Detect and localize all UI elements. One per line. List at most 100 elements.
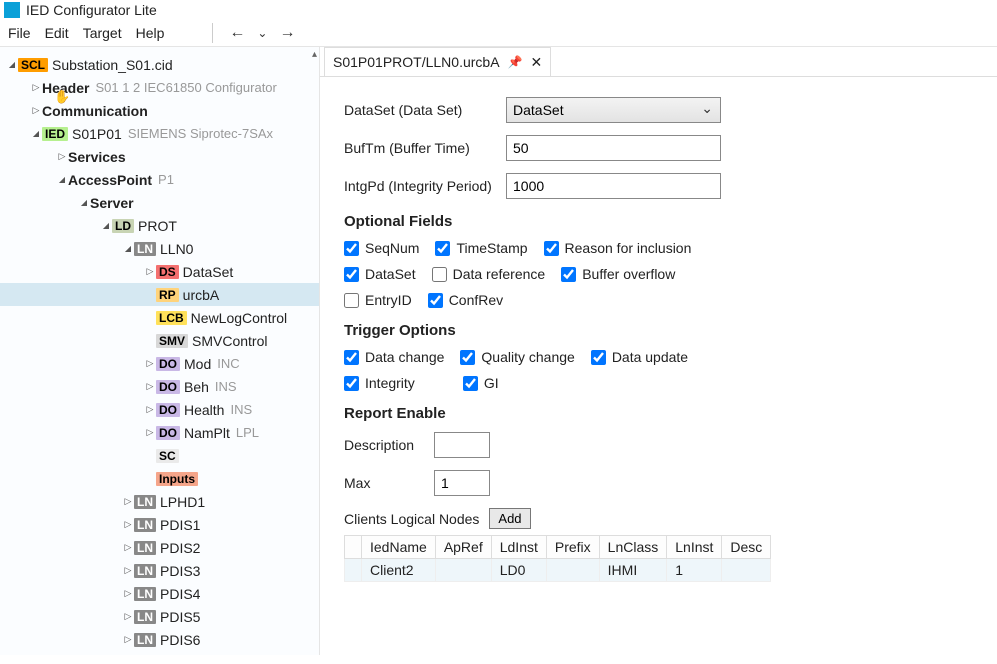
intgpd-input[interactable] bbox=[506, 173, 721, 199]
tree-row-pdis6[interactable]: LN PDIS6 bbox=[0, 628, 319, 651]
tree-row-services[interactable]: Services bbox=[0, 145, 319, 168]
tree-row-accesspoint[interactable]: AccessPoint P1 bbox=[0, 168, 319, 191]
chk-integrity[interactable] bbox=[344, 376, 359, 391]
tree-row-ied[interactable]: IED S01P01 SIEMENS Siprotec-7SAx bbox=[0, 122, 319, 145]
chk-timestamp[interactable] bbox=[435, 241, 450, 256]
trigger-options-heading: Trigger Options bbox=[344, 322, 973, 339]
caret-icon[interactable] bbox=[78, 198, 90, 207]
tree-row-do-namplt[interactable]: DO NamPlt LPL bbox=[0, 421, 319, 444]
tree-row-do-health[interactable]: DO Health INS bbox=[0, 398, 319, 421]
nav-forward-icon[interactable]: → bbox=[279, 24, 295, 42]
caret-icon[interactable] bbox=[56, 175, 68, 184]
tree-row-pdis5[interactable]: LN PDIS5 bbox=[0, 605, 319, 628]
tree-row-smv[interactable]: SMV SMVControl bbox=[0, 329, 319, 352]
menu-file[interactable]: File bbox=[8, 25, 31, 41]
caret-icon[interactable] bbox=[122, 244, 134, 253]
menu-help[interactable]: Help bbox=[136, 25, 165, 41]
tree-panel[interactable]: ▴ ✋ SCL Substation_S01.cid Header S01 1 … bbox=[0, 47, 320, 655]
add-button[interactable]: Add bbox=[489, 508, 530, 529]
menu-edit[interactable]: Edit bbox=[45, 25, 69, 41]
tree-row-inputs[interactable]: Inputs bbox=[0, 467, 319, 490]
caret-icon[interactable] bbox=[30, 82, 42, 93]
chk-entryid[interactable] bbox=[344, 293, 359, 308]
chk-dupd[interactable] bbox=[591, 350, 606, 365]
tree-row-communication[interactable]: Communication bbox=[0, 99, 319, 122]
th-apref[interactable]: ApRef bbox=[435, 536, 491, 559]
chk-reason[interactable] bbox=[544, 241, 559, 256]
nav-dropdown-icon[interactable]: ⌄ bbox=[257, 26, 267, 40]
th-iedname[interactable]: IedName bbox=[362, 536, 436, 559]
th-prefix[interactable]: Prefix bbox=[546, 536, 599, 559]
caret-icon[interactable] bbox=[100, 221, 112, 230]
tag-ld: LD bbox=[112, 219, 134, 233]
scroll-up-icon[interactable]: ▴ bbox=[312, 49, 317, 60]
tree-row-urcba[interactable]: RP urcbA bbox=[0, 283, 319, 306]
caret-icon[interactable] bbox=[30, 129, 42, 138]
th-lnclass[interactable]: LnClass bbox=[599, 536, 667, 559]
caret-icon[interactable] bbox=[122, 496, 134, 507]
caret-icon[interactable] bbox=[144, 358, 156, 369]
tag-ds: DS bbox=[156, 265, 179, 279]
chk-dataref[interactable] bbox=[432, 267, 447, 282]
caret-icon[interactable] bbox=[56, 151, 68, 162]
dataset-label: DataSet (Data Set) bbox=[344, 102, 494, 118]
chk-gi[interactable] bbox=[463, 376, 478, 391]
chk-confrev[interactable] bbox=[428, 293, 443, 308]
tree-row-server[interactable]: Server bbox=[0, 191, 319, 214]
tree-row-lln0[interactable]: LN LLN0 bbox=[0, 237, 319, 260]
tree-row-sc[interactable]: SC bbox=[0, 444, 319, 467]
th-ldinst[interactable]: LdInst bbox=[491, 536, 546, 559]
th-lninst[interactable]: LnInst bbox=[667, 536, 722, 559]
caret-icon[interactable] bbox=[6, 60, 18, 69]
chk-confrev-label: ConfRev bbox=[449, 292, 503, 308]
tree-row-do-mod[interactable]: DO Mod INC bbox=[0, 352, 319, 375]
tree-row-scl[interactable]: SCL Substation_S01.cid bbox=[0, 53, 319, 76]
caret-icon[interactable] bbox=[144, 266, 156, 277]
menu-target[interactable]: Target bbox=[83, 25, 122, 41]
caret-icon[interactable] bbox=[122, 611, 134, 622]
caret-icon[interactable] bbox=[30, 105, 42, 116]
tree-row-lphd1[interactable]: LN LPHD1 bbox=[0, 490, 319, 513]
chk-seqnum[interactable] bbox=[344, 241, 359, 256]
optional-fields-heading: Optional Fields bbox=[344, 213, 973, 230]
close-icon[interactable]: ✕ bbox=[530, 54, 542, 71]
tree-row-do-beh[interactable]: DO Beh INS bbox=[0, 375, 319, 398]
tree-row-ld[interactable]: LD PROT bbox=[0, 214, 319, 237]
caret-icon[interactable] bbox=[122, 588, 134, 599]
caret-icon[interactable] bbox=[122, 519, 134, 530]
tree-label: NewLogControl bbox=[191, 310, 288, 326]
chk-dchg[interactable] bbox=[344, 350, 359, 365]
chk-dataset[interactable] bbox=[344, 267, 359, 282]
tree-row-pdis4[interactable]: LN PDIS4 bbox=[0, 582, 319, 605]
tree-row-pdis3[interactable]: LN PDIS3 bbox=[0, 559, 319, 582]
dataset-select[interactable]: DataSet bbox=[506, 97, 721, 123]
tree-label: LLN0 bbox=[160, 241, 193, 257]
tab-urcba[interactable]: S01P01PROT/LLN0.urcbA 📌 ✕ bbox=[324, 47, 551, 76]
tree-label: DataSet bbox=[183, 264, 234, 280]
table-row[interactable]: Client2 LD0 IHMI 1 bbox=[345, 559, 771, 582]
th-desc[interactable]: Desc bbox=[722, 536, 771, 559]
td-desc bbox=[722, 559, 771, 582]
tree-row-pdis1[interactable]: LN PDIS1 bbox=[0, 513, 319, 536]
pin-icon[interactable]: 📌 bbox=[508, 55, 523, 69]
tree-row-lcb[interactable]: LCB NewLogControl bbox=[0, 306, 319, 329]
max-input[interactable] bbox=[434, 470, 490, 496]
desc-input[interactable] bbox=[434, 432, 490, 458]
chk-qchg[interactable] bbox=[460, 350, 475, 365]
tag-ln: LN bbox=[134, 610, 156, 624]
nav-back-icon[interactable]: ← bbox=[229, 24, 245, 42]
caret-icon[interactable] bbox=[144, 427, 156, 438]
tag-ln: LN bbox=[134, 518, 156, 532]
chk-bufovfl[interactable] bbox=[561, 267, 576, 282]
tree-row-header[interactable]: Header S01 1 2 IEC61850 Configurator bbox=[0, 76, 319, 99]
caret-icon[interactable] bbox=[122, 634, 134, 645]
caret-icon[interactable] bbox=[122, 542, 134, 553]
tree-row-dataset[interactable]: DS DataSet bbox=[0, 260, 319, 283]
chk-integrity-label: Integrity bbox=[365, 375, 415, 391]
buftm-input[interactable] bbox=[506, 135, 721, 161]
tag-do: DO bbox=[156, 357, 180, 371]
caret-icon[interactable] bbox=[122, 565, 134, 576]
caret-icon[interactable] bbox=[144, 381, 156, 392]
tree-row-pdis2[interactable]: LN PDIS2 bbox=[0, 536, 319, 559]
caret-icon[interactable] bbox=[144, 404, 156, 415]
